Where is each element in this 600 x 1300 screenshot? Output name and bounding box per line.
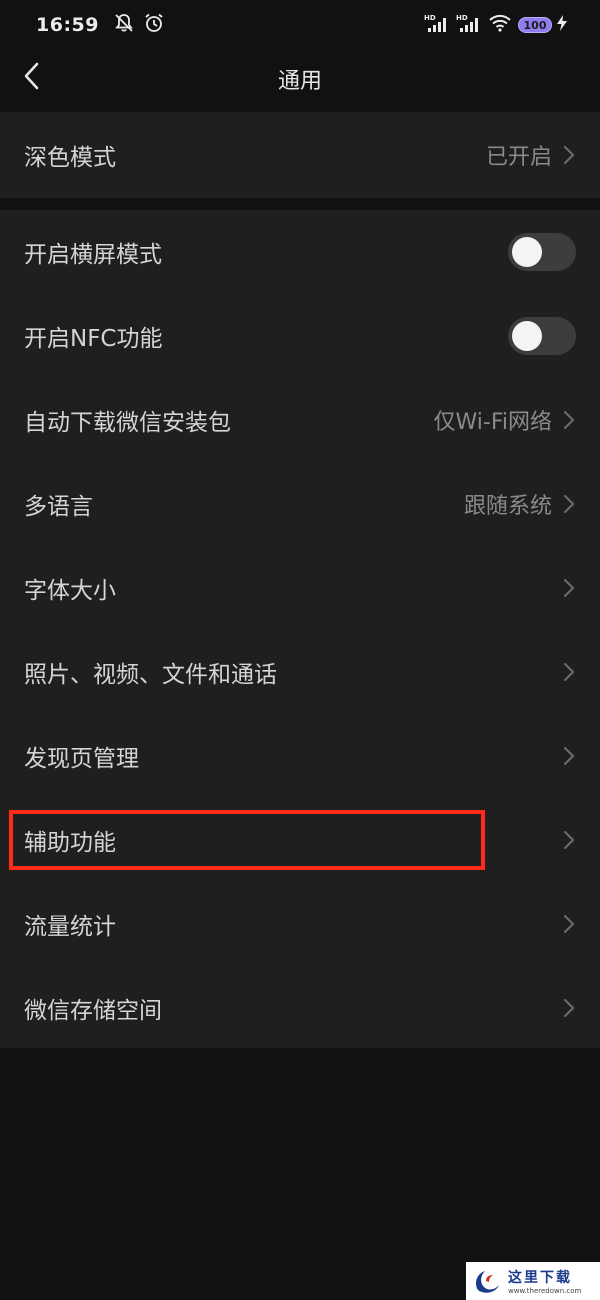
watermark: 这里下载 www.theredown.com [466, 1262, 600, 1300]
screen: 16:59 HD HD 100 通用 深色模式 已开启 开启横屏模式 开启NFC… [0, 0, 600, 1300]
watermark-text: 这里下载 www.theredown.com [508, 1267, 581, 1295]
setting-value: 已开启 [485, 145, 552, 170]
setting-label: 字体大小 [24, 578, 116, 604]
setting-label: 深色模式 [24, 145, 116, 171]
signal-icon-1: HD [424, 13, 450, 37]
setting-label: 开启NFC功能 [24, 326, 163, 352]
alarm-clock-icon [143, 12, 165, 38]
setting-row-auto-download[interactable]: 自动下载微信安装包 仅Wi-Fi网络 [0, 378, 600, 462]
hd-label-1: HD [424, 14, 436, 22]
chevron-left-icon [24, 62, 39, 90]
watermark-url: www.theredown.com [508, 1287, 582, 1295]
chevron-right-icon [563, 410, 575, 430]
toggle-knob [512, 321, 542, 351]
setting-row-landscape: 开启横屏模式 [0, 210, 600, 294]
chevron-right-icon [563, 494, 575, 514]
setting-row-nfc: 开启NFC功能 [0, 294, 600, 378]
nfc-toggle[interactable] [508, 317, 576, 355]
setting-label: 多语言 [24, 494, 93, 520]
setting-row-language[interactable]: 多语言 跟随系统 [0, 462, 600, 546]
setting-value: 仅Wi-Fi网络 [433, 410, 553, 435]
charging-bolt-icon [556, 14, 568, 36]
status-time: 16:59 [36, 14, 99, 36]
back-button[interactable] [14, 56, 50, 96]
status-bar: 16:59 HD HD 100 [0, 0, 600, 50]
chevron-right-icon [563, 914, 575, 934]
setting-row-accessibility[interactable]: 辅助功能 [0, 798, 600, 882]
nav-bar: 通用 [0, 50, 600, 108]
chevron-right-icon [563, 578, 575, 598]
chevron-right-icon [563, 998, 575, 1018]
setting-row-traffic[interactable]: 流量统计 [0, 882, 600, 966]
chevron-right-icon [563, 746, 575, 766]
setting-row-dark-mode[interactable]: 深色模式 已开启 [0, 113, 600, 197]
setting-row-storage[interactable]: 微信存储空间 [0, 966, 600, 1050]
setting-label: 自动下载微信安装包 [24, 410, 231, 436]
watermark-logo-icon [476, 1271, 499, 1293]
setting-row-discover[interactable]: 发现页管理 [0, 714, 600, 798]
chevron-right-icon [563, 662, 575, 682]
mute-bell-icon [113, 12, 135, 38]
setting-row-font-size[interactable]: 字体大小 [0, 546, 600, 630]
setting-label: 流量统计 [24, 914, 116, 940]
signal-icon-2: HD [456, 13, 482, 37]
setting-label: 辅助功能 [24, 830, 116, 856]
toggle-knob [512, 237, 542, 267]
wifi-icon [488, 13, 512, 37]
status-right: HD HD 100 [424, 13, 574, 37]
setting-label: 照片、视频、文件和通话 [24, 662, 277, 688]
setting-value: 跟随系统 [463, 494, 552, 519]
watermark-title: 这里下载 [508, 1270, 572, 1286]
battery-indicator: 100 [518, 17, 552, 33]
page-title: 通用 [277, 69, 322, 94]
chevron-right-icon [563, 830, 575, 850]
settings-group-general: 开启横屏模式 开启NFC功能 自动下载微信安装包 仅Wi-Fi网络 多语言 跟随… [0, 210, 600, 1048]
hd-label-2: HD [456, 14, 468, 22]
setting-label: 发现页管理 [24, 746, 139, 772]
settings-group-display: 深色模式 已开启 [0, 112, 600, 198]
setting-row-media[interactable]: 照片、视频、文件和通话 [0, 630, 600, 714]
chevron-right-icon [563, 145, 575, 165]
setting-label: 微信存储空间 [24, 998, 162, 1024]
landscape-toggle[interactable] [508, 233, 576, 271]
setting-label: 开启横屏模式 [24, 242, 162, 268]
status-left: 16:59 [36, 12, 173, 38]
